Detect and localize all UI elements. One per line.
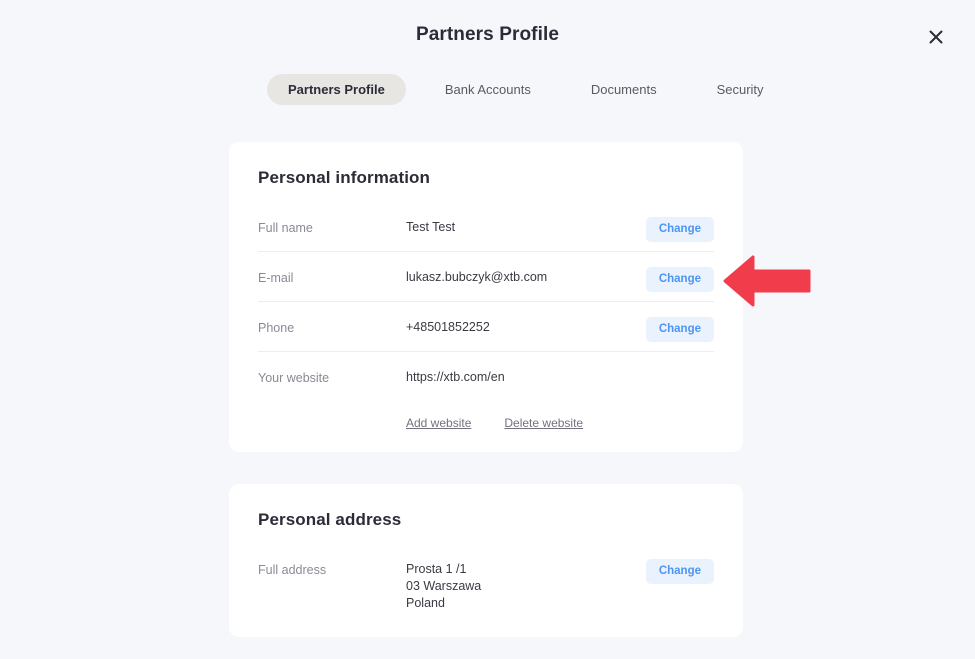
row-value: lukasz.bubczyk@xtb.com [406,270,548,284]
table-row: Your website https://xtb.com/en [258,352,714,402]
row-value: Prosta 1 /1 03 Warszawa Poland [406,562,482,610]
add-website-link[interactable]: Add website [406,416,471,430]
close-icon [926,27,946,47]
card-title: Personal information [258,168,431,187]
row-action: Change [645,267,714,292]
row-label: Phone [258,321,295,335]
tab-security[interactable]: Security [696,74,785,105]
tab-partners-profile[interactable]: Partners Profile [267,74,406,105]
tab-bar: Partners Profile Bank Accounts Documents… [267,74,785,105]
tab-bank-accounts[interactable]: Bank Accounts [424,74,552,105]
table-row: Full address Prosta 1 /1 03 Warszawa Pol… [258,544,714,612]
table-row: E-mail lukasz.bubczyk@xtb.com Change [258,252,714,302]
personal-information-card: Personal information Full name Test Test… [229,142,743,452]
delete-website-link[interactable]: Delete website [504,416,583,430]
table-row: Phone +48501852252 Change [258,302,714,352]
change-full-name-button[interactable]: Change [645,217,714,242]
table-row: Full name Test Test Change [258,202,714,252]
website-links: Add website Delete website [258,416,714,430]
tab-documents[interactable]: Documents [570,74,678,105]
card-title: Personal address [258,510,402,529]
change-email-button[interactable]: Change [645,267,714,292]
personal-address-rows: Full address Prosta 1 /1 03 Warszawa Pol… [258,544,714,612]
page-title: Partners Profile [415,24,560,45]
change-phone-button[interactable]: Change [645,317,714,342]
row-action: Change [645,317,714,342]
row-value: +48501852252 [406,320,490,334]
row-action: Change [645,559,714,584]
personal-information-rows: Full name Test Test Change E-mail lukasz… [258,202,714,430]
personal-address-card: Personal address Full address Prosta 1 /… [229,484,743,637]
close-button[interactable] [921,22,951,52]
row-value: https://xtb.com/en [406,370,505,384]
row-action: Change [645,217,714,242]
row-label: Full address [258,563,327,577]
partners-profile-modal: Partners Profile Partners Profile Bank A… [0,0,975,659]
row-label: Full name [258,221,313,235]
row-label: E-mail [258,271,294,285]
change-full-address-button[interactable]: Change [645,559,714,584]
tab-label: Bank Accounts [444,82,531,97]
row-label: Your website [258,371,330,385]
tab-label: Documents [590,82,657,97]
tab-label: Security [716,82,764,97]
row-value: Test Test [406,220,456,234]
tab-label: Partners Profile [288,82,385,97]
